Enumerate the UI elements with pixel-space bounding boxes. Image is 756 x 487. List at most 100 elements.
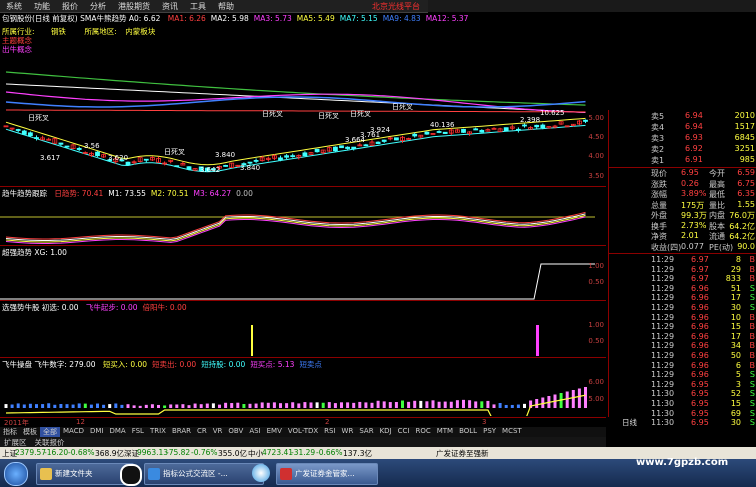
indicator-tab[interactable]: 指标 (0, 427, 20, 437)
menu-item[interactable]: 系统 (0, 1, 28, 12)
histogram-bar (382, 401, 386, 408)
menu-item[interactable]: 报价 (56, 1, 84, 12)
indicator-tab[interactable]: FSL (129, 427, 147, 437)
histogram-bar (468, 400, 472, 408)
tick-side: B (749, 322, 756, 332)
indicator-tab[interactable]: PSY (480, 427, 499, 437)
bull-trading-pane[interactable]: 飞牛操盘 飞牛数字: 279.00 短买入: 0.00 短卖出: 0.00 短持股:… (0, 358, 606, 416)
quote-row: 外盘 99.3万 内盘 76.0万 (609, 210, 756, 221)
stat-value: 175万 (681, 200, 705, 210)
tick-price: 6.96 (691, 322, 709, 332)
strong-bull-pane[interactable]: 选强势牛股 初选: 0.00 飞牛起步: 0.00 倍阳牛: 0.00 1.00 … (0, 301, 606, 358)
indicator-tab[interactable]: CR (194, 427, 210, 437)
indicator-tab[interactable]: ROC (412, 427, 433, 437)
indicator-tab[interactable]: MCST (499, 427, 525, 437)
indicator-tab[interactable]: BOLL (456, 427, 480, 437)
indicator-tab[interactable]: BRAR (169, 427, 194, 437)
menu-item[interactable]: 资讯 (156, 1, 184, 12)
tab-related-quotes[interactable]: 关联报价 (31, 437, 69, 447)
indicator-tab[interactable]: CCI (395, 427, 413, 437)
tick-time: 11:29 (651, 293, 675, 303)
histogram-bar (279, 403, 282, 408)
trend-tracking-chart[interactable] (0, 187, 606, 245)
menu-item[interactable]: 功能 (28, 1, 56, 12)
broker-name: 广发证券至强新 (436, 449, 489, 458)
sh-index-amount: 368.9亿 (95, 449, 124, 458)
price-marker: 3.642 (200, 166, 220, 174)
histogram-bar (565, 391, 569, 408)
indicator-tab[interactable]: KDJ (377, 427, 395, 437)
trend-tracking-pane[interactable]: 趋牛趋势跟踪 日趋势: 70.41 M1: 73.55 M2: 70.51 M3: 6… (0, 187, 606, 246)
stat-value: 90.0 (737, 241, 755, 251)
tick-side: S (749, 389, 755, 399)
indicator-tab[interactable]: RSI (321, 427, 338, 437)
y-tick: 6.00 (588, 378, 604, 386)
candle-body (442, 131, 448, 134)
menu-item[interactable]: 帮助 (212, 1, 240, 12)
indicator-tab[interactable]: OBV (225, 427, 246, 437)
indicator-tab[interactable]: DMA (106, 427, 128, 437)
histogram-bar (437, 401, 441, 408)
tick-side: S (749, 283, 755, 293)
indicator-tab[interactable]: EMV (264, 427, 285, 437)
strong-bull-chart[interactable] (0, 301, 606, 357)
candle-body (332, 146, 338, 152)
histogram-bar (254, 403, 258, 408)
candle-body (412, 133, 418, 137)
sme-index-value: 4723.41 (262, 448, 294, 457)
price-marker: 2.398 (520, 116, 540, 124)
indicator-tab[interactable]: SAR (356, 427, 376, 437)
ask-price: 6.91 (685, 155, 703, 164)
super-trend-pane[interactable]: 超强趋势 XG: 1.00 1.00 0.50 (0, 246, 606, 301)
ma-line (6, 109, 586, 113)
tick-price: 6.96 (691, 312, 709, 322)
main-kline-pane[interactable]: 包钢股份(日线 前复权) SMA牛熊趋势 A0: 6.62 MA1: 6.26 M… (0, 12, 606, 187)
quote-panel: 卖5 6.94 2010 卖4 6.94 1517 卖3 6.93 6845 卖2 6.92 3251… (608, 110, 756, 427)
indicator-tab[interactable]: VOL-TDX (285, 427, 321, 437)
tab-extension-area[interactable]: 扩展区 (0, 437, 31, 447)
histogram-bar (47, 403, 51, 408)
period-button[interactable]: 日线 (622, 417, 648, 427)
indicator-tab[interactable]: MACD (60, 427, 87, 437)
indicator-tab[interactable]: WR (339, 427, 357, 437)
indicator-tab[interactable]: DMI (87, 427, 107, 437)
indicator-tab[interactable]: 模板 (20, 427, 40, 437)
qq-icon[interactable] (120, 464, 142, 486)
tick-volume: 30 (730, 303, 741, 312)
indicator-tab[interactable]: TRIX (147, 427, 169, 437)
stat-value: 64.2亿 (729, 232, 755, 241)
sme-index-change: -31.29 (291, 448, 316, 457)
histogram-bar (150, 404, 154, 408)
super-trend-chart[interactable] (0, 246, 606, 300)
taskbar-item-forum[interactable]: 指标公式交流区 -... (144, 463, 264, 485)
y-tick: 1.00 (588, 321, 604, 329)
candle-body (479, 129, 485, 133)
tick-volume: 5 (735, 370, 741, 380)
watermark: www.7gpzb.com (636, 457, 729, 468)
menu-item[interactable]: 工具 (184, 1, 212, 12)
histogram-bar (394, 401, 398, 408)
media-player-icon[interactable] (252, 464, 270, 482)
sh-index-pct: -0.68% (68, 448, 95, 457)
indicator-tab[interactable]: MTM (434, 427, 456, 437)
ask-price: 6.92 (685, 144, 703, 153)
signal-spike (251, 325, 253, 356)
tick-side: S (749, 379, 755, 389)
menu-item[interactable]: 港股期货 (112, 1, 156, 12)
candle-body (473, 128, 479, 131)
bull-trading-chart[interactable] (0, 358, 606, 416)
indicator-tab[interactable]: VR (210, 427, 226, 437)
chart-area[interactable]: 包钢股份(日线 前复权) SMA牛熊趋势 A0: 6.62 MA1: 6.26 M… (0, 12, 606, 417)
taskbar-item-broker[interactable]: 广发证券金管家... (276, 463, 378, 485)
price-marker: 3.617 (40, 154, 60, 162)
indicator-tab[interactable]: ASI (246, 427, 263, 437)
histogram-bar (102, 404, 106, 408)
menu-item[interactable]: 分析 (84, 1, 112, 12)
kline-chart[interactable]: 3.617 3.840 3.840 3.642 3.620 10.6252.398 40.1… (0, 12, 606, 186)
tick-volume: 34 (730, 341, 741, 351)
start-button[interactable] (4, 462, 28, 486)
indicator-tab[interactable]: 全部 (40, 427, 60, 437)
tick-volume: 15 (730, 399, 741, 408)
candle-body (247, 161, 253, 164)
stat-value: 6.95 (681, 168, 699, 177)
